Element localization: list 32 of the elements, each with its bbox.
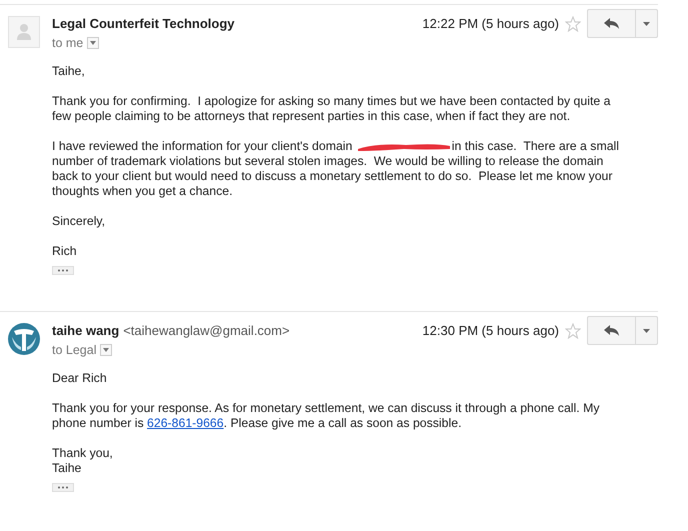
message-time: 12:30 PM (5 hours ago) xyxy=(422,323,559,338)
caret-icon xyxy=(643,22,650,26)
avatar-person-icon xyxy=(8,16,40,48)
message-paragraph: I have reviewed the information for your client's domain in this case. There are a small number of trademark violations but several stolen images. We would be willing to release the domain back to your client but would need to discuss a monetary settlement to do so. Please let me know your thoughts when you get a chance. xyxy=(52,139,620,199)
show-trimmed-content-button[interactable] xyxy=(52,483,74,492)
message-paragraph: Taihe, xyxy=(52,64,86,79)
recipient-label: to Legal xyxy=(52,343,96,357)
message-paragraph: Thank you for confirming. I apologize for asking so many times but we have been contacted by quite a few people claiming to be attorneys that represent parties in this case, when if fact they are not. xyxy=(52,94,612,124)
recipient-label: to me xyxy=(52,36,84,50)
sender-name: taihe wang xyxy=(52,322,120,338)
reply-icon xyxy=(604,18,620,30)
reply-icon xyxy=(604,324,620,336)
message-paragraph: Thank you, Taihe xyxy=(52,446,114,476)
ellipsis-icon xyxy=(57,486,69,489)
message-time: 12:22 PM (5 hours ago) xyxy=(422,16,559,31)
details-dropdown-button[interactable] xyxy=(87,37,100,49)
message-paragraph: Thank you for your response. As for monetary settlement, we can discuss it through a phone call. My phone number is 626-861-9666. Please give me a call as soon as possible. xyxy=(52,401,600,431)
message-paragraph: Rich xyxy=(52,244,78,259)
sender-email: <taihewanglaw@gmail.com> xyxy=(123,322,290,338)
message-paragraph: Sincerely, xyxy=(52,214,106,229)
caret-icon xyxy=(90,41,96,45)
show-trimmed-content-button[interactable] xyxy=(52,266,74,275)
ellipsis-icon xyxy=(57,269,69,272)
star-icon[interactable] xyxy=(565,323,581,339)
avatar-logo-icon xyxy=(8,323,40,355)
star-icon[interactable] xyxy=(565,16,581,32)
message-paragraph: Dear Rich xyxy=(52,371,108,386)
details-dropdown-button[interactable] xyxy=(100,344,112,356)
caret-icon xyxy=(103,348,110,352)
sender-name: Legal Counterfeit Technology xyxy=(52,16,234,30)
phone-link[interactable]: 626-861-9666 xyxy=(147,416,224,430)
caret-icon xyxy=(643,328,650,332)
